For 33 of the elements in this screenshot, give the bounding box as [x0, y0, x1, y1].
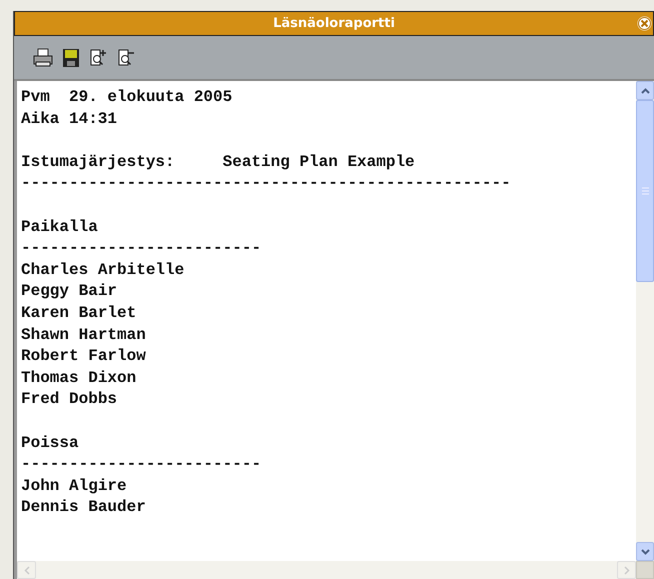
save-icon — [62, 48, 80, 68]
report-line: Poissa — [21, 432, 79, 454]
field-label: Istumajärjestys: — [21, 152, 176, 173]
scroll-down-button[interactable] — [636, 542, 654, 561]
report-line: ------------------------- — [21, 238, 262, 260]
field-label: Pvm — [21, 87, 51, 108]
zoom-in-icon — [89, 48, 109, 68]
report-line: John Algire — [21, 476, 127, 497]
report-line: Paikalla — [21, 216, 98, 238]
scrollbar-corner — [636, 561, 654, 579]
report-line: Shawn Hartman — [21, 324, 146, 346]
report-line: Peggy Bair — [21, 281, 118, 302]
report-line: Robert Farlow — [21, 346, 146, 368]
report-line: ------------------------- — [21, 454, 262, 476]
report-line: Dennis Bauder — [21, 497, 146, 518]
close-icon[interactable] — [636, 15, 653, 32]
window-title: Läsnäoloraportti — [273, 16, 395, 31]
zoom-out-icon — [117, 48, 137, 68]
field-value: 29. elokuuta 2005 — [69, 87, 232, 108]
report-line: Charles Arbitelle — [21, 260, 184, 281]
vertical-scrollbar[interactable] — [636, 81, 654, 561]
printer-icon — [33, 48, 53, 68]
grip-icon — [642, 187, 648, 195]
field-value: 14:31 — [69, 108, 118, 130]
scroll-up-button[interactable] — [636, 81, 654, 100]
report-line: Fred Dobbs — [21, 389, 118, 410]
field-label: Aika — [21, 108, 60, 130]
field-value: Seating Plan Example — [222, 152, 415, 173]
scroll-thumb[interactable] — [636, 100, 654, 282]
print-button[interactable] — [32, 46, 54, 70]
report-line: Thomas Dixon — [21, 368, 136, 389]
report-line: --------------------------------------------------- — [21, 173, 511, 194]
report-line: Karen Barlet — [21, 302, 136, 324]
